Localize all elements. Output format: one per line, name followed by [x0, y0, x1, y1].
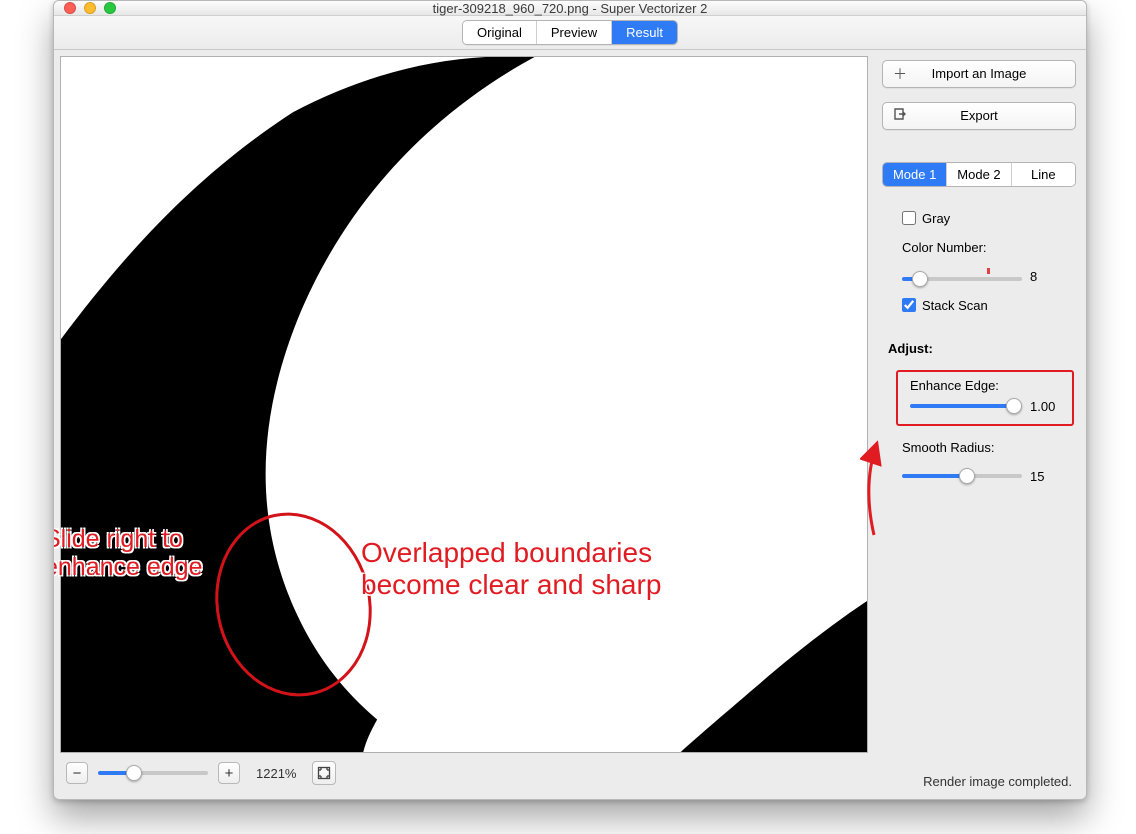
zoom-out-button[interactable]: − — [66, 762, 88, 784]
canvas[interactable]: Overlapped boundaries become clear and s… — [60, 56, 868, 753]
tab-result[interactable]: Result — [611, 21, 677, 44]
smooth-radius-row: 15 — [882, 469, 1076, 484]
enhance-edge-slider[interactable] — [910, 404, 1022, 408]
export-button[interactable]: Export — [882, 102, 1076, 130]
content-area: Overlapped boundaries become clear and s… — [54, 50, 1086, 799]
stack-scan-label: Stack Scan — [922, 298, 988, 313]
color-number-slider[interactable] — [902, 277, 1022, 281]
color-number-row: 8 — [882, 269, 1076, 284]
export-label: Export — [960, 108, 998, 123]
tab-original[interactable]: Original — [463, 21, 536, 44]
color-number-label: Color Number: — [882, 240, 1076, 255]
canvas-area: Overlapped boundaries become clear and s… — [54, 50, 874, 799]
status-text: Render image completed. — [923, 774, 1072, 789]
window-controls — [54, 2, 116, 14]
zoom-in-button[interactable]: + — [218, 762, 240, 784]
sidebar: ＋ Import an Image Export Mode 1 Mode 2 L… — [874, 50, 1086, 799]
smooth-radius-slider[interactable] — [902, 474, 1022, 478]
toolbar: Original Preview Result — [54, 16, 1086, 50]
slider-tick-icon — [987, 268, 990, 274]
zoom-bar: − + 1221% — [60, 753, 868, 793]
line-button[interactable]: Line — [1011, 163, 1075, 186]
zoom-percent: 1221% — [250, 766, 302, 781]
import-label: Import an Image — [932, 66, 1027, 81]
enhance-edge-value: 1.00 — [1030, 399, 1066, 414]
fullscreen-icon — [317, 766, 331, 780]
vector-preview — [61, 57, 867, 752]
gray-checkbox-row[interactable]: Gray — [882, 211, 1076, 226]
fit-to-screen-button[interactable] — [312, 761, 336, 785]
app-window: tiger-309218_960_720.png - Super Vectori… — [53, 0, 1087, 800]
view-segmented: Original Preview Result — [462, 20, 678, 45]
minimize-icon[interactable] — [84, 2, 96, 14]
zoom-slider[interactable] — [98, 771, 208, 775]
smooth-radius-label: Smooth Radius: — [882, 440, 1076, 455]
zoom-icon[interactable] — [104, 2, 116, 14]
import-button[interactable]: ＋ Import an Image — [882, 60, 1076, 88]
enhance-edge-label: Enhance Edge: — [902, 378, 1068, 393]
gray-checkbox[interactable] — [902, 211, 916, 225]
export-icon — [893, 107, 907, 124]
titlebar: tiger-309218_960_720.png - Super Vectori… — [54, 1, 1086, 16]
gray-label: Gray — [922, 211, 950, 226]
mode-1-button[interactable]: Mode 1 — [883, 163, 946, 186]
tab-preview[interactable]: Preview — [536, 21, 611, 44]
enhance-edge-highlight: Enhance Edge: 1.00 — [896, 370, 1074, 426]
stack-scan-checkbox[interactable] — [902, 298, 916, 312]
color-number-value: 8 — [1030, 269, 1066, 284]
close-icon[interactable] — [64, 2, 76, 14]
smooth-radius-value: 15 — [1030, 469, 1066, 484]
mode-2-button[interactable]: Mode 2 — [946, 163, 1010, 186]
adjust-section-label: Adjust: — [882, 341, 1076, 356]
window-title: tiger-309218_960_720.png - Super Vectori… — [54, 1, 1086, 16]
stack-scan-row[interactable]: Stack Scan — [882, 298, 1076, 313]
plus-icon: ＋ — [893, 64, 907, 84]
mode-segmented: Mode 1 Mode 2 Line — [882, 162, 1076, 187]
